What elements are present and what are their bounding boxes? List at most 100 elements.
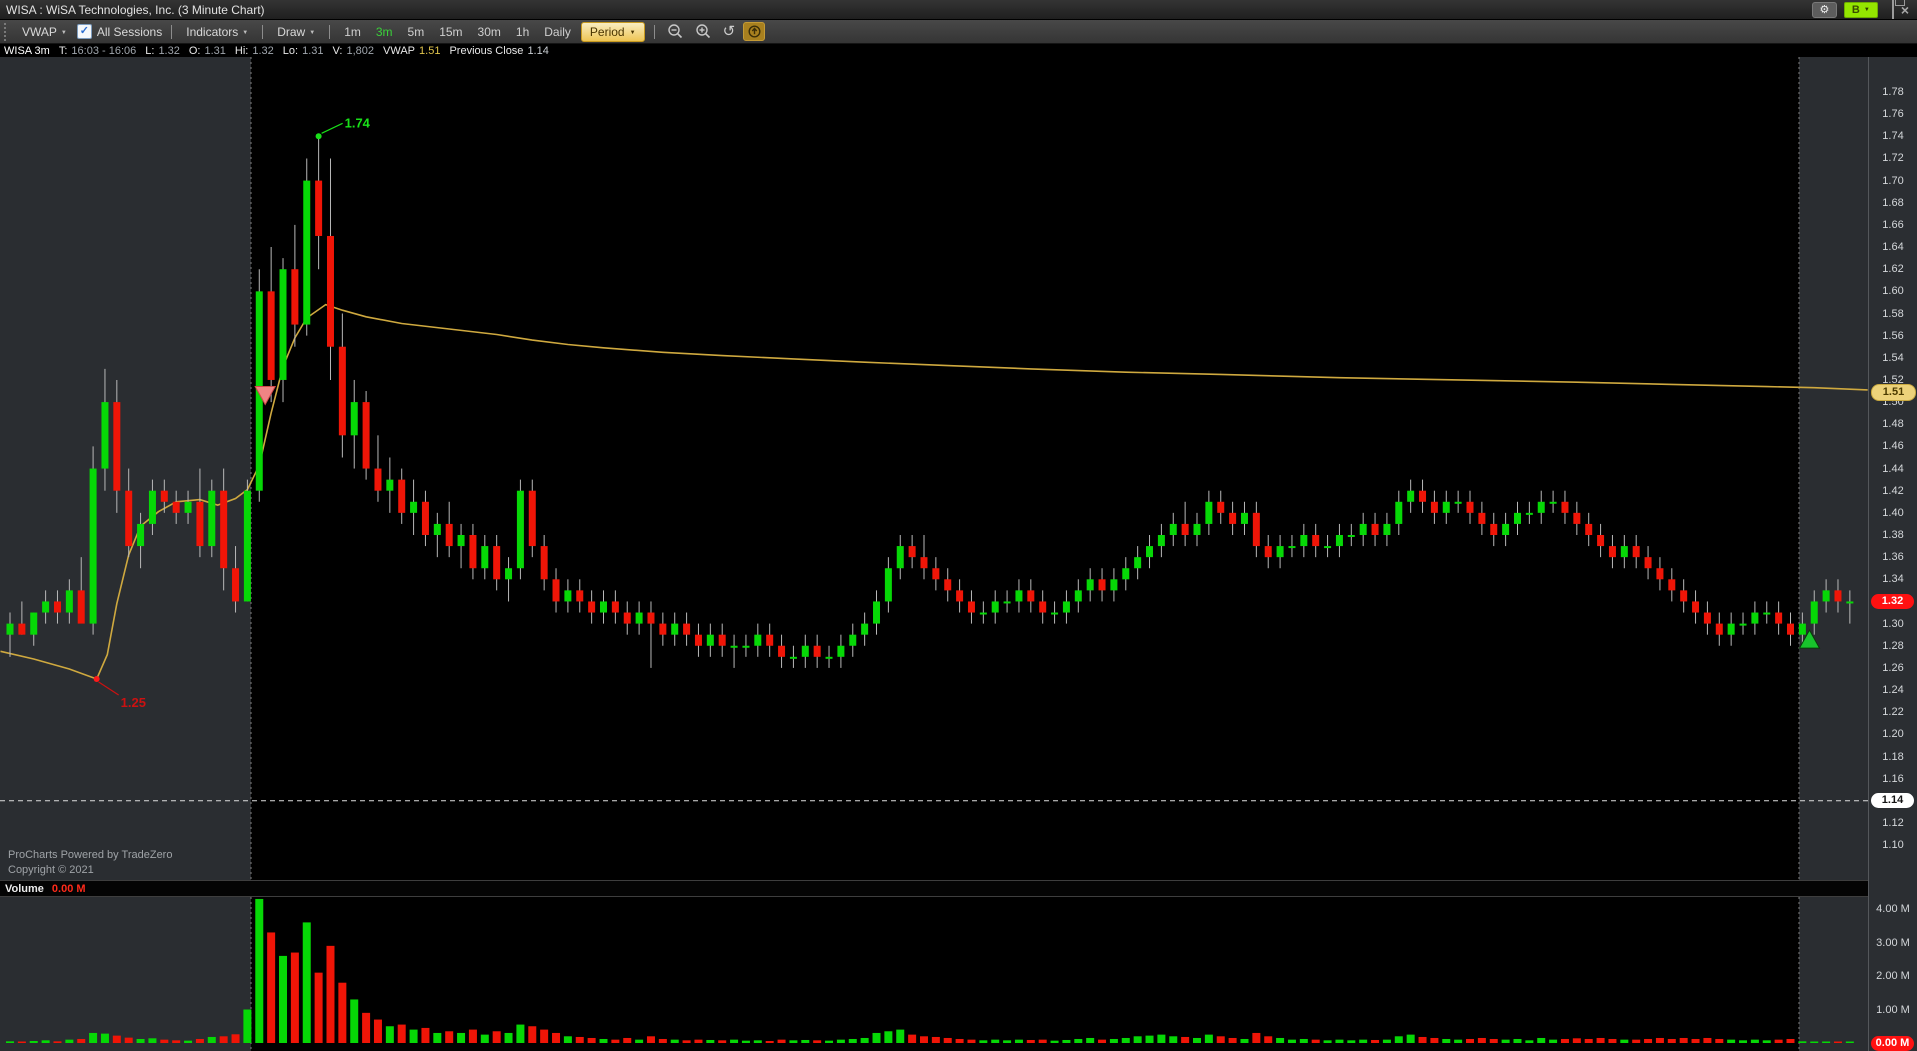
last-field: L: 1.32: [145, 44, 180, 57]
volume-bar: [1050, 1040, 1059, 1043]
volume-bar: [1311, 1039, 1320, 1043]
volume-bar: [623, 1037, 632, 1043]
draw-menu-button[interactable]: Draw ▼: [272, 23, 320, 41]
gear-icon: ⚙: [1819, 3, 1830, 16]
price-chart-canvas[interactable]: 1.74 1.25: [0, 57, 1868, 880]
volume-bar: [646, 1036, 655, 1043]
volume-bar: [1406, 1034, 1415, 1043]
volume-bar: [599, 1038, 608, 1043]
timeframe-1h[interactable]: 1h: [511, 23, 534, 41]
volume-bar: [1240, 1038, 1249, 1043]
candle: [635, 601, 643, 635]
candle: [1181, 501, 1189, 547]
timeframe-1m[interactable]: 1m: [339, 23, 366, 41]
all-sessions-label[interactable]: All Sessions: [97, 25, 162, 39]
vwap-menu-button[interactable]: VWAP ▼: [17, 23, 72, 41]
candle: [1466, 490, 1474, 524]
zoom-in-icon: [695, 24, 710, 39]
candle: [1620, 535, 1628, 569]
volume-bar: [955, 1038, 964, 1043]
candle: [564, 579, 572, 613]
high-field: Hi: 1.32: [234, 44, 274, 57]
candle: [659, 612, 667, 646]
volume-bar: [1074, 1038, 1083, 1043]
volume-bar: [267, 932, 276, 1043]
volume-chart-canvas[interactable]: [0, 897, 1868, 1051]
settings-button[interactable]: ⚙: [1811, 1, 1837, 18]
volume-bar: [801, 1039, 810, 1043]
zoom-out-button[interactable]: [664, 22, 687, 41]
timeframe-5m[interactable]: 5m: [403, 23, 430, 41]
volume-bar: [207, 1036, 216, 1043]
candle: [516, 479, 524, 580]
volume-bar: [1477, 1037, 1486, 1043]
price-axis-label: 1.40: [1882, 506, 1904, 519]
volume-field: V: 1,802: [332, 44, 375, 57]
track-latest-button[interactable]: [743, 22, 766, 41]
period-menu-button[interactable]: Period ▼: [580, 21, 645, 42]
drag-handle-icon[interactable]: [4, 22, 6, 41]
candle: [1727, 612, 1735, 646]
candle: [1573, 501, 1581, 535]
candle: [1490, 512, 1498, 547]
volume-bar: [1145, 1035, 1154, 1043]
symbol-interval-label: WISA 3m: [4, 44, 50, 57]
volume-bar: [1430, 1037, 1439, 1043]
volume-bar: [1644, 1038, 1653, 1043]
candle: [1252, 501, 1260, 558]
all-sessions-checkbox[interactable]: ✓: [76, 24, 92, 39]
volume-bar: [1121, 1037, 1130, 1043]
timeframe-30m[interactable]: 30m: [473, 23, 506, 41]
candle: [1478, 501, 1486, 535]
timeframe-15m[interactable]: 15m: [434, 23, 467, 41]
reset-zoom-button[interactable]: ↺: [720, 23, 739, 41]
candle: [1134, 546, 1142, 580]
low-price-label: 1.25: [121, 695, 146, 710]
price-axis-label: 1.18: [1882, 750, 1904, 763]
volume-bar: [1632, 1039, 1641, 1043]
volume-bar: [1584, 1038, 1593, 1043]
volume-bar: [1596, 1037, 1605, 1043]
volume-bar: [587, 1037, 596, 1043]
volume-pane-value: 0.00 M: [51, 882, 86, 895]
volume-bar: [433, 1032, 442, 1043]
timeframe-daily[interactable]: Daily: [539, 23, 576, 41]
volume-bar: [1276, 1037, 1285, 1043]
candle: [1430, 490, 1438, 524]
candle: [766, 623, 774, 657]
candle: [410, 479, 418, 535]
high-price-label: 1.74: [345, 115, 371, 130]
restore-icon[interactable]: [1891, 0, 1894, 19]
high-marker-dot: [315, 133, 322, 140]
price-axis[interactable]: 1.78 1.76 1.74 1.72 1.70 1.68 1.66 1.64 1.62 1.60…: [1868, 57, 1917, 1051]
chart-toolbar: VWAP ▼ ✓ All Sessions Indicators ▼ Draw …: [0, 20, 1917, 44]
candle: [1561, 490, 1569, 524]
volume-bar: [931, 1036, 940, 1043]
prochart-window: WISA : WiSA Technologies, Inc. (3 Minute…: [0, 0, 1917, 1051]
price-axis-label: 1.68: [1882, 196, 1904, 209]
candle: [1240, 501, 1248, 535]
volume-bar: [718, 1040, 727, 1043]
price-axis-label: 1.54: [1882, 351, 1904, 364]
volume-bar: [338, 982, 347, 1043]
price-axis-label: 1.12: [1882, 816, 1904, 829]
candle: [694, 623, 702, 657]
candle: [1062, 590, 1070, 624]
candle: [1347, 523, 1355, 547]
timeframe-3m[interactable]: 3m: [371, 23, 398, 41]
candle: [338, 313, 346, 458]
indicators-menu-button[interactable]: Indicators ▼: [181, 23, 253, 41]
price-axis-label: 1.58: [1882, 307, 1904, 320]
account-button[interactable]: B ▼: [1843, 1, 1878, 18]
reset-zoom-icon: ↺: [722, 22, 736, 40]
extended-hours-zone: [0, 57, 251, 880]
candle: [1739, 612, 1747, 635]
zoom-in-button[interactable]: [692, 22, 715, 41]
divider: [329, 24, 331, 39]
volume-bar: [658, 1038, 667, 1043]
candle: [89, 446, 97, 635]
zoom-out-icon: [667, 24, 682, 39]
volume-bar: [836, 1039, 845, 1043]
price-axis-label: 1.46: [1882, 440, 1904, 453]
candle: [1549, 490, 1557, 513]
